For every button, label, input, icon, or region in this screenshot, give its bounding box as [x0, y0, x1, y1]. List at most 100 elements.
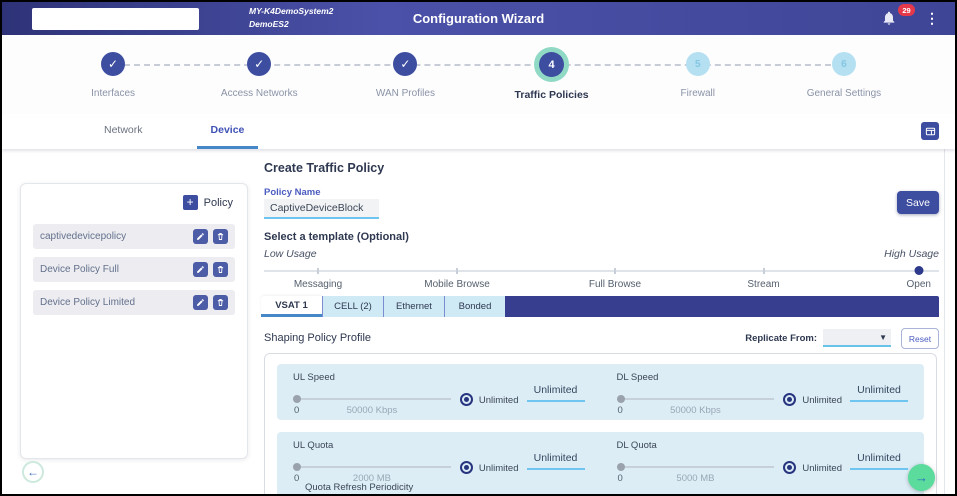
shaping-profile-container: UL Speed 0 50000 Kbps Unlimited Unlimite… — [264, 353, 937, 496]
unlimited-radio[interactable] — [783, 393, 796, 406]
profile-tabs-filler — [505, 296, 939, 317]
unlimited-radio-label: Unlimited — [479, 463, 519, 474]
step-number: 6 — [832, 52, 856, 76]
slider-tick — [763, 268, 765, 274]
kebab-menu-icon[interactable]: ⋮ — [925, 9, 939, 27]
unlimited-radio-label: Unlimited — [802, 395, 842, 406]
edit-policy-icon[interactable] — [193, 229, 208, 244]
tab-cell[interactable]: CELL (2) — [322, 296, 383, 317]
replicate-from-dropdown[interactable]: ▼ — [823, 329, 891, 347]
policy-name-input[interactable] — [264, 199, 379, 219]
speed-card: UL Speed 0 50000 Kbps Unlimited Unlimite… — [277, 364, 924, 420]
dl-quota-value-field[interactable]: Unlimited — [850, 452, 908, 470]
step-number: 5 — [686, 52, 710, 76]
slider-tick — [614, 268, 616, 274]
check-icon: ✓ — [101, 52, 125, 76]
profile-tabs: VSAT 1 CELL (2) Ethernet Bonded — [261, 296, 939, 317]
high-usage-label: High Usage — [884, 248, 939, 260]
dl-quota-label: DL Quota — [617, 440, 909, 451]
tab-network[interactable]: Network — [90, 114, 157, 149]
step-interfaces[interactable]: ✓ Interfaces — [40, 35, 186, 101]
next-arrow-icon: → — [915, 470, 928, 485]
scrollbar-gutter[interactable] — [944, 149, 955, 494]
ul-quota-label: UL Quota — [293, 440, 585, 451]
template-option-messaging[interactable]: Messaging — [294, 279, 342, 290]
step-general-settings[interactable]: 6 General Settings — [771, 35, 917, 101]
step-label: General Settings — [807, 88, 882, 99]
step-label: Firewall — [681, 88, 715, 99]
quota-card: UL Quota 0 2000 MB Unlimited Unlimited — [277, 432, 924, 496]
delete-policy-icon[interactable] — [213, 295, 228, 310]
step-number: 4 — [539, 52, 564, 77]
notifications-bell-icon[interactable] — [881, 10, 899, 28]
low-usage-label: Low Usage — [264, 248, 317, 260]
back-arrow-icon: ← — [27, 465, 39, 479]
step-label: Access Networks — [221, 88, 298, 99]
delete-policy-icon[interactable] — [213, 229, 228, 244]
view-tabbar: Network Device — [2, 114, 955, 149]
template-option-mobile-browse[interactable]: Mobile Browse — [424, 279, 490, 290]
panel-window-icon[interactable] — [921, 122, 939, 140]
dl-quota-slider[interactable]: 0 5000 MB — [617, 460, 775, 484]
unlimited-radio[interactable] — [460, 461, 473, 474]
edit-policy-icon[interactable] — [193, 295, 208, 310]
add-policy-button[interactable]: Policy — [204, 197, 233, 209]
ul-quota-value-field[interactable]: Unlimited — [527, 452, 585, 470]
unlimited-radio[interactable] — [783, 461, 796, 474]
template-slider-handle[interactable] — [914, 266, 923, 275]
check-icon: ✓ — [247, 52, 271, 76]
dl-speed-slider[interactable]: 0 50000 Kbps — [617, 392, 775, 416]
template-slider[interactable] — [264, 270, 939, 272]
tab-bonded[interactable]: Bonded — [444, 296, 505, 317]
policy-list-item[interactable]: captivedevicepolicy — [33, 224, 235, 249]
template-option-stream[interactable]: Stream — [747, 279, 779, 290]
ul-speed-label: UL Speed — [293, 372, 585, 383]
step-label: WAN Profiles — [376, 88, 435, 99]
slider-max: 5000 MB — [617, 473, 775, 484]
slider-handle[interactable] — [293, 395, 301, 403]
template-option-open[interactable]: Open — [907, 279, 931, 290]
tab-vsat-1[interactable]: VSAT 1 — [261, 296, 322, 317]
shaping-profile-heading: Shaping Policy Profile — [264, 332, 371, 344]
policy-list-panel: + Policy captivedevicepolicy Device Poli… — [20, 183, 248, 459]
dl-speed-value-field[interactable]: Unlimited — [850, 384, 908, 402]
add-policy-icon[interactable]: + — [183, 195, 198, 210]
tab-ethernet[interactable]: Ethernet — [383, 296, 444, 317]
check-icon: ✓ — [393, 52, 417, 76]
edit-policy-icon[interactable] — [193, 262, 208, 277]
step-traffic-policies[interactable]: 4 Traffic Policies — [479, 35, 625, 101]
policy-name: captivedevicepolicy — [40, 231, 188, 242]
unlimited-radio-label: Unlimited — [802, 463, 842, 474]
slider-handle[interactable] — [293, 463, 301, 471]
dl-speed-control: DL Speed 0 50000 Kbps Unlimited Unlimite… — [601, 364, 925, 420]
page-title: Configuration Wizard — [2, 11, 955, 26]
delete-policy-icon[interactable] — [213, 262, 228, 277]
step-wan-profiles[interactable]: ✓ WAN Profiles — [332, 35, 478, 101]
step-label: Interfaces — [91, 88, 135, 99]
unlimited-radio[interactable] — [460, 393, 473, 406]
notification-count-badge: 29 — [898, 4, 915, 16]
tab-device[interactable]: Device — [197, 114, 259, 149]
step-label: Traffic Policies — [515, 89, 589, 101]
save-button[interactable]: Save — [897, 191, 939, 214]
dl-speed-label: DL Speed — [617, 372, 909, 383]
app-header: MY-K4DemoSystem2 DemoES2 Configuration W… — [2, 2, 955, 35]
dl-quota-control: DL Quota 0 5000 MB Unlimited Unlimited — [601, 432, 925, 496]
ul-speed-control: UL Speed 0 50000 Kbps Unlimited Unlimite… — [277, 364, 601, 420]
back-button[interactable]: ← — [22, 461, 44, 483]
template-option-full-browse[interactable]: Full Browse — [589, 279, 641, 290]
next-button[interactable]: → — [908, 464, 935, 491]
unlimited-radio-label: Unlimited — [479, 395, 519, 406]
slider-handle[interactable] — [617, 463, 625, 471]
step-access-networks[interactable]: ✓ Access Networks — [186, 35, 332, 101]
ul-speed-slider[interactable]: 0 50000 Kbps — [293, 392, 451, 416]
policy-list-item[interactable]: Device Policy Full — [33, 257, 235, 282]
slider-handle[interactable] — [617, 395, 625, 403]
ul-speed-value-field[interactable]: Unlimited — [527, 384, 585, 402]
step-firewall[interactable]: 5 Firewall — [625, 35, 771, 101]
reset-button[interactable]: Reset — [901, 328, 939, 349]
policy-list-item[interactable]: Device Policy Limited — [33, 290, 235, 315]
ul-quota-slider[interactable]: 0 2000 MB — [293, 460, 451, 484]
policy-name-label: Policy Name — [264, 187, 321, 198]
replicate-from-label: Replicate From: — [745, 333, 817, 344]
